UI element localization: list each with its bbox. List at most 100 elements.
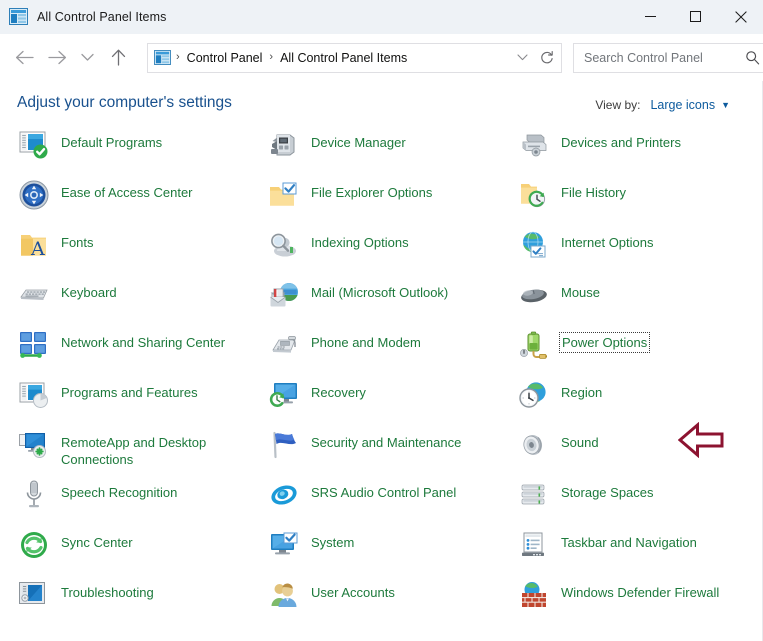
search-input[interactable] xyxy=(582,49,738,66)
device-manager-icon xyxy=(268,129,300,161)
view-by-label: View by: xyxy=(595,98,641,112)
back-button[interactable] xyxy=(8,42,41,74)
control-panel-item-label[interactable]: Recovery xyxy=(311,384,366,401)
control-panel-item-label[interactable]: Phone and Modem xyxy=(311,334,421,351)
control-panel-item-label[interactable]: Fonts xyxy=(61,234,94,251)
control-panel-item[interactable]: Taskbar and Navigation xyxy=(518,529,750,575)
navigation-bar: › Control Panel › All Control Panel Item… xyxy=(0,34,763,81)
programs-features-icon xyxy=(18,379,50,411)
control-panel-item[interactable]: Phone and Modem xyxy=(268,329,500,375)
control-panel-item[interactable]: Default Programs xyxy=(18,129,250,175)
control-panel-item-label[interactable]: Keyboard xyxy=(61,284,117,301)
control-panel-item[interactable]: Internet Options xyxy=(518,229,750,275)
control-panel-item[interactable]: Mouse xyxy=(518,279,750,325)
control-panel-item-label[interactable]: Speech Recognition xyxy=(61,484,177,501)
control-panel-item-label[interactable]: Windows Defender Firewall xyxy=(561,584,719,601)
control-panel-item-label[interactable]: Mail (Microsoft Outlook) xyxy=(311,284,448,301)
up-arrow-icon xyxy=(111,49,126,66)
control-panel-item[interactable]: Device Manager xyxy=(268,129,500,175)
windows-defender-firewall-icon xyxy=(518,579,550,611)
control-panel-item-label[interactable]: Sync Center xyxy=(61,534,133,551)
control-panel-item-label[interactable]: Ease of Access Center xyxy=(61,184,193,201)
control-panel-item[interactable]: Power Options xyxy=(518,329,750,375)
control-panel-item[interactable]: Indexing Options xyxy=(268,229,500,275)
control-panel-item[interactable]: Storage Spaces xyxy=(518,479,750,525)
control-panel-item-label[interactable]: Troubleshooting xyxy=(61,584,154,601)
minimize-icon xyxy=(645,16,656,17)
control-panel-item[interactable]: Mail (Microsoft Outlook) xyxy=(268,279,500,325)
title-bar: All Control Panel Items xyxy=(0,0,763,34)
control-panel-item[interactable]: File History xyxy=(518,179,750,225)
address-bar[interactable]: › Control Panel › All Control Panel Item… xyxy=(147,42,562,73)
control-panel-item[interactable]: Recovery xyxy=(268,379,500,425)
control-panel-item[interactable]: Sync Center xyxy=(18,529,250,575)
control-panel-item[interactable]: A Fonts xyxy=(18,229,250,275)
control-panel-item[interactable]: SRS Audio Control Panel xyxy=(268,479,500,525)
control-panel-item-label[interactable]: Indexing Options xyxy=(311,234,409,251)
page-title: Adjust your computer's settings xyxy=(17,94,232,111)
maximize-button[interactable] xyxy=(673,0,718,33)
control-panel-item-label[interactable]: Power Options xyxy=(558,332,651,353)
control-panel-item-label[interactable]: Devices and Printers xyxy=(561,134,681,151)
control-panel-item[interactable]: Troubleshooting xyxy=(18,579,250,625)
search-icon[interactable] xyxy=(738,50,763,65)
control-panel-window: All Control Panel Items › Control Panel … xyxy=(0,0,763,641)
control-panel-item[interactable]: Ease of Access Center xyxy=(18,179,250,225)
address-dropdown-button[interactable] xyxy=(511,54,533,61)
minimize-button[interactable] xyxy=(628,0,673,33)
sound-icon xyxy=(518,429,550,461)
control-panel-item[interactable]: User Accounts xyxy=(268,579,500,625)
taskbar-navigation-icon xyxy=(518,529,550,561)
control-panel-item-label[interactable]: Network and Sharing Center xyxy=(61,334,225,351)
phone-modem-icon xyxy=(268,329,300,361)
view-by-value[interactable]: Large icons xyxy=(650,98,715,112)
chevron-down-icon[interactable]: ▼ xyxy=(721,100,730,110)
control-panel-item[interactable]: Network and Sharing Center xyxy=(18,329,250,375)
control-panel-item-label[interactable]: Taskbar and Navigation xyxy=(561,534,697,551)
control-panel-item-label[interactable]: Storage Spaces xyxy=(561,484,654,501)
control-panel-item-label[interactable]: File History xyxy=(561,184,626,201)
control-panel-item-label[interactable]: SRS Audio Control Panel xyxy=(311,484,456,501)
control-panel-item-label[interactable]: RemoteApp and Desktop Connections xyxy=(61,434,241,468)
recent-locations-button[interactable] xyxy=(74,42,100,74)
control-panel-item[interactable]: RemoteApp and Desktop Connections xyxy=(18,429,250,475)
region-icon xyxy=(518,379,550,411)
control-panel-item[interactable]: Programs and Features xyxy=(18,379,250,425)
recovery-icon xyxy=(268,379,300,411)
control-panel-item-label[interactable]: Device Manager xyxy=(311,134,406,151)
control-panel-item[interactable]: Speech Recognition xyxy=(18,479,250,525)
control-panel-item[interactable]: Security and Maintenance xyxy=(268,429,500,475)
control-panel-item-label[interactable]: User Accounts xyxy=(311,584,395,601)
refresh-button[interactable] xyxy=(533,50,561,65)
control-panel-item[interactable]: Region xyxy=(518,379,750,425)
control-panel-item-label[interactable]: Security and Maintenance xyxy=(311,434,461,451)
control-panel-item[interactable]: File Explorer Options xyxy=(268,179,500,225)
control-panel-item-label[interactable]: Programs and Features xyxy=(61,384,198,401)
control-panel-item-label[interactable]: Sound xyxy=(561,434,599,451)
up-button[interactable] xyxy=(102,42,135,74)
control-panel-item-label[interactable]: Default Programs xyxy=(61,134,162,151)
system-icon xyxy=(268,529,300,561)
forward-button[interactable] xyxy=(41,42,74,74)
breadcrumb-item-all-control-panel-items[interactable]: All Control Panel Items xyxy=(278,51,409,65)
security-maintenance-icon xyxy=(268,429,300,461)
control-panel-item[interactable]: System xyxy=(268,529,500,575)
control-panel-item-label[interactable]: System xyxy=(311,534,354,551)
speech-recognition-icon xyxy=(18,479,50,511)
annotation-left-arrow xyxy=(677,421,724,459)
search-box[interactable] xyxy=(573,42,763,73)
control-panel-item[interactable]: Windows Defender Firewall xyxy=(518,579,750,625)
default-programs-icon xyxy=(18,129,50,161)
power-options-icon xyxy=(518,329,550,361)
control-panel-item[interactable]: Keyboard xyxy=(18,279,250,325)
control-panel-item-label[interactable]: Mouse xyxy=(561,284,600,301)
back-arrow-icon xyxy=(15,50,34,65)
close-button[interactable] xyxy=(718,0,763,33)
network-sharing-icon xyxy=(18,329,50,361)
control-panel-item-label[interactable]: Internet Options xyxy=(561,234,654,251)
breadcrumb-item-control-panel[interactable]: Control Panel xyxy=(185,51,265,65)
control-panel-item-label[interactable]: Region xyxy=(561,384,602,401)
control-panel-item[interactable]: Devices and Printers xyxy=(518,129,750,175)
control-panel-item-label[interactable]: File Explorer Options xyxy=(311,184,432,201)
troubleshooting-icon xyxy=(18,579,50,611)
